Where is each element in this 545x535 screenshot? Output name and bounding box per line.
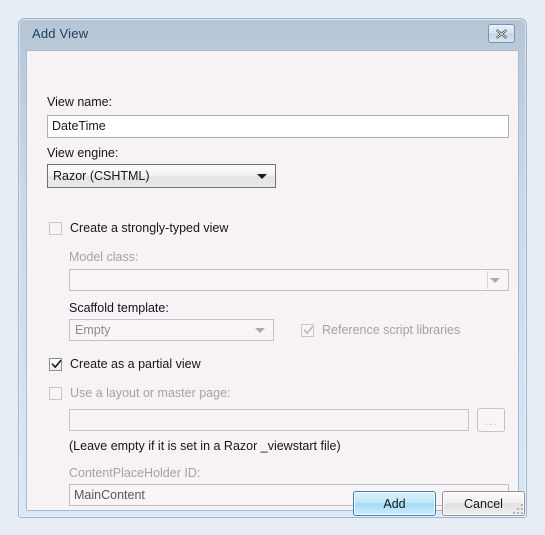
view-engine-label: View engine: [47,146,119,160]
dialog-title-bar[interactable]: Add View [26,19,519,50]
model-class-select[interactable] [69,269,509,291]
layout-page-checkbox[interactable]: Use a layout or master page: [49,386,231,400]
view-name-input[interactable]: DateTime [47,115,509,138]
chevron-down-icon [257,174,267,179]
view-engine-select[interactable]: Razor (CSHTML) [47,164,276,188]
checkbox-box [301,323,314,337]
partial-view-label: Create as a partial view [70,357,201,371]
close-icon[interactable] [488,24,515,43]
dialog-title: Add View [32,26,89,41]
resize-grip[interactable] [509,500,523,514]
checkbox-box [49,357,62,371]
reference-script-libraries-checkbox[interactable]: Reference script libraries [301,323,460,337]
view-engine-value: Razor (CSHTML) [53,168,150,183]
scaffold-template-select[interactable]: Empty [69,319,274,341]
chevron-down-icon [490,278,500,283]
check-icon [303,325,314,334]
scaffold-template-label: Scaffold template: [69,301,169,315]
combo-separator [487,271,488,289]
browse-button[interactable]: ... [477,408,505,432]
checkbox-box [49,386,62,400]
close-glyph [495,28,508,39]
model-class-label: Model class: [69,250,139,264]
dialog-client-area: View name: DateTime View engine: Razor (… [26,50,519,511]
layout-hint-text: (Leave empty if it is set in a Razor _vi… [69,439,341,453]
layout-path-input[interactable] [69,409,469,431]
reference-script-libraries-label: Reference script libraries [322,323,461,337]
scaffold-template-value: Empty [75,322,111,337]
strongly-typed-view-label: Create a strongly-typed view [70,221,229,235]
layout-page-label: Use a layout or master page: [70,386,231,400]
add-button[interactable]: Add [353,491,436,516]
content-placeholder-label: ContentPlaceHolder ID: [69,466,201,480]
chevron-down-icon [255,328,265,333]
add-view-dialog: Add View View name: DateTime View engine… [18,18,527,518]
strongly-typed-view-checkbox[interactable]: Create a strongly-typed view [49,221,228,235]
view-name-label: View name: [47,95,113,109]
partial-view-checkbox[interactable]: Create as a partial view [49,357,201,371]
check-icon [51,359,62,368]
checkbox-box [49,221,62,235]
